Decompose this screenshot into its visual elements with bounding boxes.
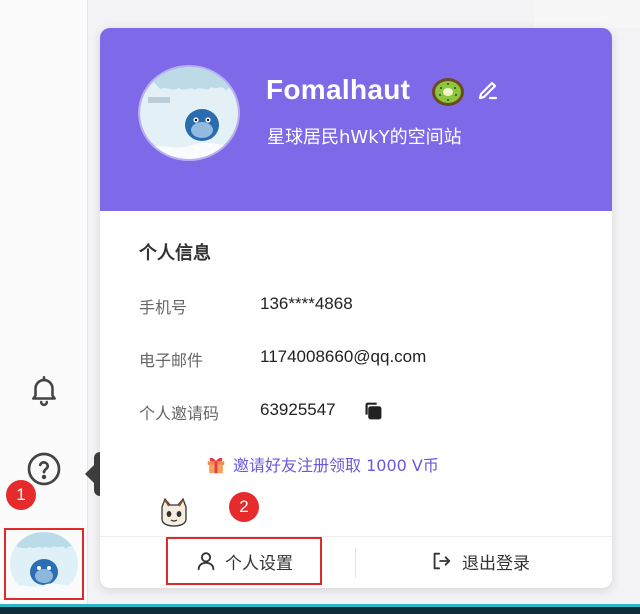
invite-code-label: 个人邀请码	[139, 404, 220, 423]
phone-value: 136****4868	[260, 294, 353, 313]
edit-name-icon[interactable]	[476, 78, 500, 102]
personal-settings-label: 个人设置	[225, 553, 293, 574]
profile-popup: Fomalhaut 星球居民hWkY的空间站 个人信息 手机号 136****4…	[100, 28, 612, 588]
left-sidebar	[0, 0, 88, 614]
invite-friends-link[interactable]: 邀请好友注册领取 1000 V币	[205, 452, 439, 476]
invite-code-value: 63925547	[260, 400, 336, 419]
annotation-marker-2: 2	[229, 492, 259, 522]
logout-icon	[433, 552, 451, 570]
section-title-personal-info: 个人信息	[139, 243, 211, 264]
email-label: 电子邮件	[139, 351, 204, 370]
bell-icon[interactable]	[24, 370, 64, 410]
user-icon	[197, 552, 215, 571]
logout-label: 退出登录	[462, 553, 530, 574]
avatar	[10, 532, 78, 596]
top-right-strip	[534, 0, 640, 28]
sidebar-avatar-button[interactable]	[4, 528, 84, 600]
email-value: 1174008660@qq.com	[260, 347, 427, 366]
action-separator	[355, 548, 356, 578]
profile-avatar[interactable]	[138, 65, 240, 161]
logout-button[interactable]: 退出登录	[430, 541, 530, 581]
taskbar-strip	[0, 604, 640, 614]
kiwi-icon	[430, 76, 466, 108]
cat-sticker-icon	[156, 497, 192, 527]
profile-header: Fomalhaut 星球居民hWkY的空间站	[100, 28, 612, 211]
username: Fomalhaut	[266, 74, 411, 105]
phone-label: 手机号	[139, 298, 188, 317]
invite-text: 邀请好友注册领取 1000 V币	[233, 456, 439, 475]
gift-icon	[205, 453, 227, 475]
personal-settings-button[interactable]: 个人设置	[166, 537, 322, 585]
space-name: 星球居民hWkY的空间站	[267, 127, 462, 148]
annotation-marker-1: 1	[6, 480, 36, 510]
copy-icon[interactable]	[362, 400, 384, 422]
